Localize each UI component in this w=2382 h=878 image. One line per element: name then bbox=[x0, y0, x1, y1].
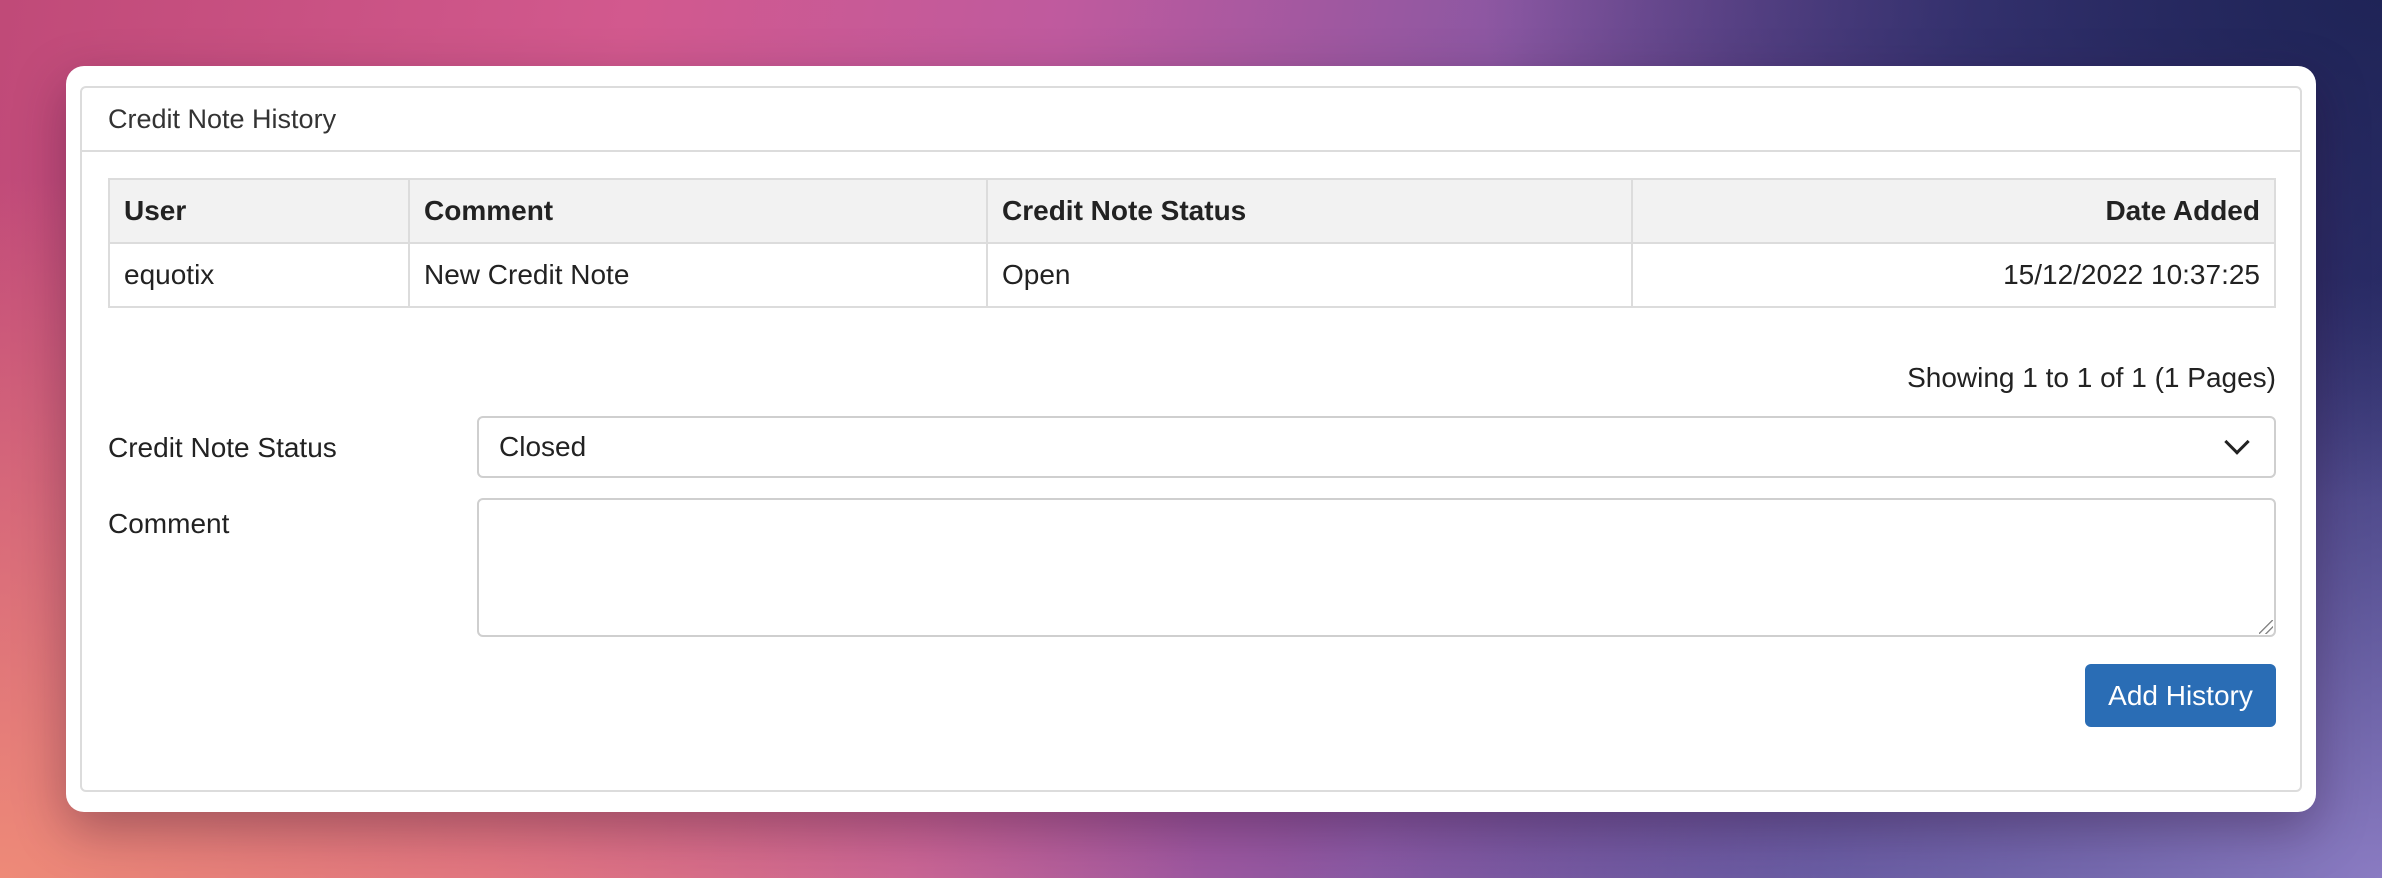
credit-note-history-panel: Credit Note History User Comment Credit … bbox=[80, 86, 2302, 792]
pagination-info: Showing 1 to 1 of 1 (1 Pages) bbox=[1907, 362, 2276, 393]
column-header-status: Credit Note Status bbox=[986, 178, 1633, 244]
resize-handle-icon[interactable] bbox=[2259, 620, 2273, 634]
cell-comment: New Credit Note bbox=[408, 242, 988, 308]
table-header-row: User Comment Credit Note Status Date Add… bbox=[108, 178, 2276, 244]
cell-user: equotix bbox=[108, 242, 410, 308]
comment-label: Comment bbox=[108, 508, 230, 539]
cell-date-added: 15/12/2022 10:37:25 bbox=[1631, 242, 2276, 308]
cell-status: Open bbox=[986, 242, 1633, 308]
column-header-user: User bbox=[108, 178, 410, 244]
column-header-comment: Comment bbox=[408, 178, 988, 244]
comment-textarea-wrapper bbox=[477, 498, 2276, 637]
status-select-value: Closed bbox=[499, 431, 587, 462]
comment-textarea[interactable] bbox=[477, 498, 2276, 637]
add-history-button[interactable]: Add History bbox=[2085, 664, 2276, 727]
form-actions: Add History bbox=[108, 664, 2276, 727]
status-form-row: Credit Note Status Closed bbox=[108, 416, 2276, 478]
column-header-date-added: Date Added bbox=[1631, 178, 2276, 244]
comment-form-row: Comment bbox=[108, 498, 2276, 637]
app-window: Credit Note History User Comment Credit … bbox=[66, 66, 2316, 812]
chevron-down-icon bbox=[2224, 429, 2250, 455]
status-label: Credit Note Status bbox=[108, 432, 337, 463]
history-table: User Comment Credit Note Status Date Add… bbox=[108, 178, 2276, 308]
panel-title: Credit Note History bbox=[82, 88, 2300, 152]
status-select[interactable]: Closed bbox=[477, 416, 2276, 478]
panel-body: User Comment Credit Note Status Date Add… bbox=[82, 152, 2300, 727]
table-row: equotix New Credit Note Open 15/12/2022 … bbox=[108, 242, 2276, 308]
